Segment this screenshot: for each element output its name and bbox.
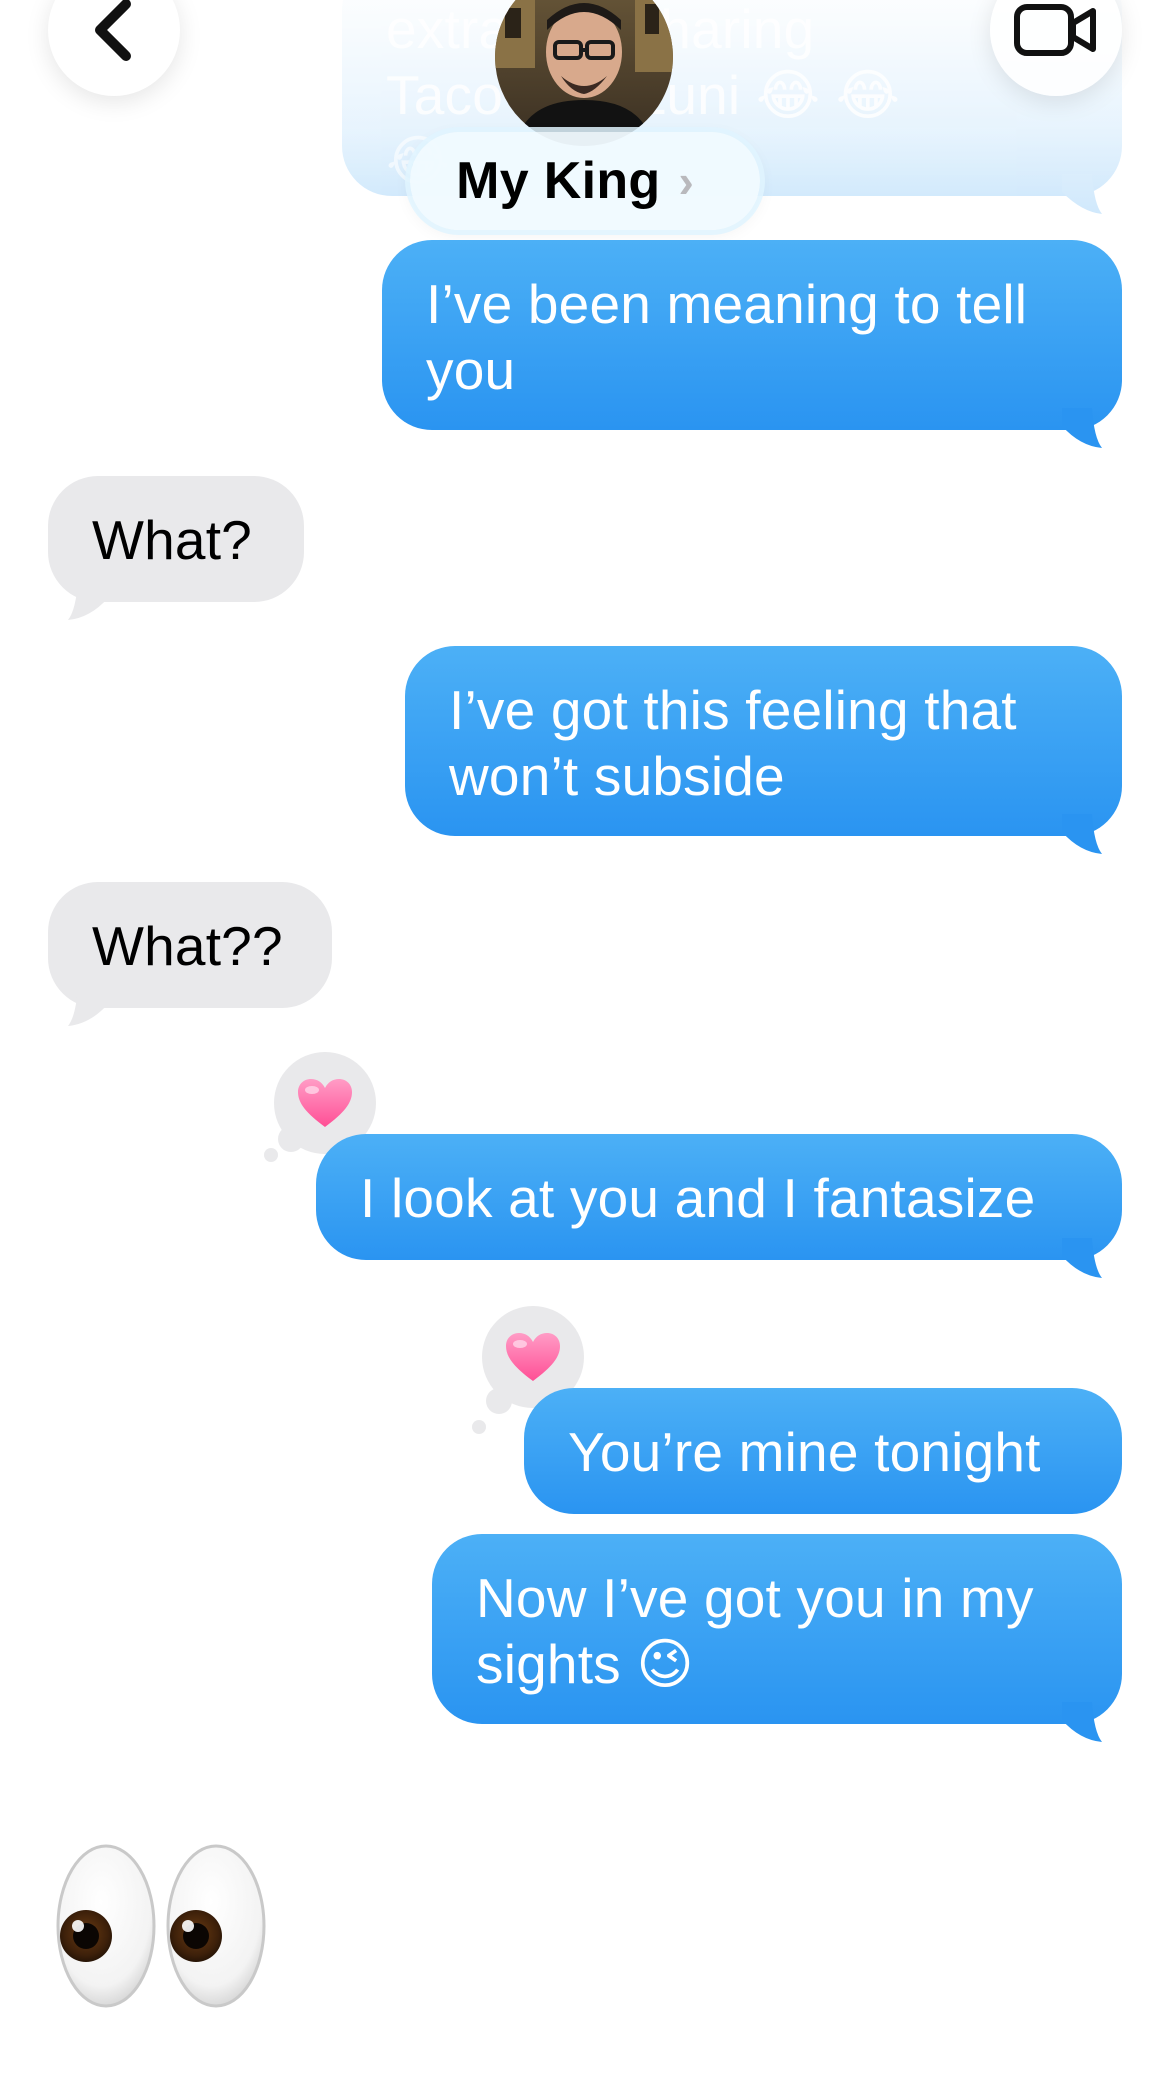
bubble-tail <box>1062 408 1102 448</box>
message-text: What? <box>92 509 252 571</box>
message-text-line: extra and sharing <box>386 0 815 60</box>
bubble-tail <box>68 986 108 1026</box>
bubble-tail <box>1062 174 1102 214</box>
bubble-tail <box>1062 1702 1102 1742</box>
imessage-conversation: extra and sharing Taco with Zuni 😂 😂 😂 <box>0 0 1170 2080</box>
message-text: What?? <box>92 915 283 977</box>
message-bubble-outgoing[interactable]: I look at you and I fantasize <box>316 1134 1122 1278</box>
message-text: I’ve been meaning to tell you <box>426 273 1028 401</box>
message-bubble-outgoing[interactable]: Now I’ve got you in my sights 😉 <box>432 1534 1122 1742</box>
message-text: I look at you and I fantasize <box>360 1167 1036 1229</box>
message-text: I’ve got this feeling that won’t subside <box>449 679 1017 807</box>
message-emoji-incoming[interactable]: 👀 <box>52 1838 282 2018</box>
contact-name: My King <box>456 152 661 210</box>
video-camera-icon <box>1014 4 1096 56</box>
message-text-line: Taco with Zuni 😂 😂 <box>386 64 901 126</box>
bubble-tail <box>68 580 108 620</box>
message-bubble-outgoing[interactable]: You’re mine tonight <box>524 1388 1122 1514</box>
eyes-emoji-icon <box>56 1844 266 2008</box>
reaction-bubble-tail <box>264 1148 278 1162</box>
message-text: You’re mine tonight <box>568 1421 1041 1483</box>
back-button[interactable] <box>48 0 180 96</box>
message-bubble-incoming[interactable]: What?? <box>48 882 332 1026</box>
message-text: Now I’ve got you in my sights 😉 <box>476 1567 1034 1695</box>
pink-heart-icon <box>506 1333 560 1381</box>
bubble-tail <box>1062 814 1102 854</box>
chevron-right-icon: › <box>678 155 694 207</box>
chevron-left-icon <box>95 0 131 61</box>
message-bubble-incoming[interactable]: What? <box>48 476 304 620</box>
message-bubble-outgoing[interactable]: I’ve been meaning to tell you <box>382 240 1122 448</box>
pink-heart-icon <box>298 1079 352 1127</box>
reaction-bubble-tail <box>472 1420 486 1434</box>
bubble-tail <box>1062 1238 1102 1278</box>
message-bubble-outgoing[interactable]: I’ve got this feeling that won’t subside <box>405 646 1122 854</box>
contact-name-pill[interactable]: My King › <box>410 132 760 230</box>
